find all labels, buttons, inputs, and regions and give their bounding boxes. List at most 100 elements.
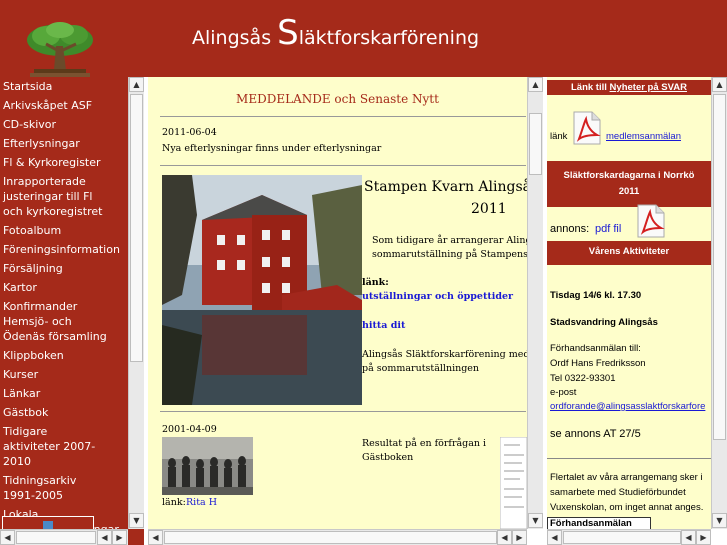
entry2-link-utstallningar[interactable]: utställningar och öppettider: [362, 291, 513, 302]
scroll-left-icon[interactable]: ◀: [148, 530, 163, 545]
news-hscroll-thumb[interactable]: [164, 531, 497, 544]
scroll-left-icon[interactable]: ◀: [681, 530, 696, 545]
news-content: MEDDELANDE och Senaste Nytt 2011-06-04 N…: [148, 77, 527, 529]
slaktforskardagarna-bar: Släktforskardagarna i Norrkö 2011: [547, 161, 711, 207]
nav-item-kurser[interactable]: Kurser: [0, 365, 128, 384]
contact-email-label: e-post: [550, 387, 577, 398]
contact-email-link[interactable]: ordforande@alingsasslaktforskarfore: [550, 401, 705, 412]
left-horizontal-scrollbar[interactable]: ◀ ◀ ▶: [0, 529, 128, 545]
prereg-box: Förhandsanmälan: [547, 517, 651, 529]
prereg-label: Förhandsanmälan till:: [550, 343, 641, 354]
footer-line2: samarbete med Studieförbundet: [550, 487, 686, 498]
scroll-right-icon[interactable]: ▶: [696, 530, 711, 545]
news-horizontal-scrollbar[interactable]: ◀ ◀ ▶: [148, 529, 527, 545]
nav-item-konfirmander[interactable]: Konfirmander Hemsjö- och Ödenäs församli…: [0, 297, 116, 346]
scroll-left-icon[interactable]: ◀: [97, 530, 112, 545]
document-thumbnail: [500, 437, 527, 529]
nav-menu: Startsida Arkivskåpet ASF CD-skivor Efte…: [0, 77, 128, 529]
nav-item-fl-kyrkoregister[interactable]: Fl & Kyrkoregister: [0, 153, 128, 172]
pdf-icon[interactable]: [634, 204, 666, 238]
site-title: Alingsås Släktforskarförening: [192, 13, 479, 53]
entry1-date: 2011-06-04: [162, 127, 217, 138]
event-date: Tisdag 14/6 kl. 17.30: [550, 290, 642, 301]
entry2-link-label: länk:: [362, 277, 389, 288]
scroll-up-icon[interactable]: ▲: [129, 77, 144, 92]
entry3-link-rita[interactable]: Rita H: [186, 497, 217, 508]
entry2-title: Stampen Kvarn Alingsås: [364, 179, 527, 195]
nav-item-cd-skivor[interactable]: CD-skivor: [0, 115, 128, 134]
nav-item-klippboken[interactable]: Klippboken: [0, 346, 128, 365]
see-ad-text: se annons AT 27/5: [550, 428, 641, 440]
scroll-right-icon[interactable]: ▶: [512, 530, 527, 545]
news-vertical-scrollbar[interactable]: ▲ ▼: [527, 77, 543, 529]
stampen-kvarn-photo: [162, 175, 362, 405]
news-scroll-thumb[interactable]: [529, 113, 542, 175]
tree-logo-icon: [27, 22, 93, 77]
banner-mini-icon: [43, 521, 53, 529]
entry2-text2: sommarutställning på Stampens K: [372, 249, 527, 260]
nav-item-forsaljning[interactable]: Försäljning: [0, 259, 128, 278]
scroll-up-icon[interactable]: ▲: [712, 77, 727, 92]
event-title: Stadsvandring Alingsås: [550, 317, 658, 328]
scroll-left-icon[interactable]: ◀: [497, 530, 512, 545]
nav-item-kartor[interactable]: Kartor: [0, 278, 128, 297]
entry3-date: 2001-04-09: [162, 424, 217, 435]
nav-item-gastbok[interactable]: Gästbok: [0, 403, 128, 422]
scroll-left-icon[interactable]: ◀: [0, 530, 15, 545]
right-hscroll-thumb[interactable]: [563, 531, 681, 544]
right-sidebar-content: Länk till Nyheter på SVAR länk medlemsan…: [547, 77, 711, 529]
entry3-link-label: länk:: [162, 497, 186, 508]
scroll-down-icon[interactable]: ▼: [528, 513, 543, 528]
scroll-down-icon[interactable]: ▼: [129, 513, 144, 528]
site-title-big-letter: S: [277, 13, 299, 53]
site-title-part1: Alingsås: [192, 27, 272, 49]
news-frame: MEDDELANDE och Senaste Nytt 2011-06-04 N…: [148, 77, 543, 545]
scroll-down-icon[interactable]: ▼: [712, 513, 727, 528]
slaktforskardagarna-line1: Släktforskardagarna i Norrkö: [563, 170, 695, 181]
nav-item-foreningsinformation[interactable]: Föreningsinformation: [0, 240, 128, 259]
right-horizontal-scrollbar[interactable]: ◀ ◀ ▶: [547, 529, 711, 545]
entry2-text4: på sommarutställningen: [362, 363, 480, 374]
entry2-link-hitta-dit[interactable]: hitta dit: [362, 320, 405, 331]
nav-item-tidigare-aktiviteter[interactable]: Tidigare aktiviteter 2007-2010: [0, 422, 110, 471]
right-vertical-scrollbar[interactable]: ▲ ▼: [711, 77, 727, 529]
nav-item-inrapporterade[interactable]: Inrapporterade justeringar till Fl och k…: [0, 172, 116, 221]
divider: [160, 116, 526, 117]
right-scroll-thumb[interactable]: [713, 94, 726, 440]
svar-news-link[interactable]: Nyheter på SVAR: [610, 82, 687, 93]
varens-aktiviteter-bar: Vårens Aktiviteter: [547, 241, 711, 265]
entry3-text2: Gästboken: [362, 452, 414, 463]
svar-news-bar: Länk till Nyheter på SVAR: [547, 80, 711, 95]
entry2-text1: Som tidigare år arrangerar Alingsås l: [372, 235, 527, 246]
footer-line1: Flertalet av våra arrangemang sker i: [550, 472, 703, 483]
divider: [547, 458, 711, 459]
entry2-year: 2011: [471, 201, 507, 217]
annons-pdf-link[interactable]: pdf fil: [595, 223, 621, 235]
scroll-up-icon[interactable]: ▲: [528, 77, 543, 92]
svar-bar-prefix: Länk till: [571, 82, 610, 93]
member-link-label: länk: [550, 131, 568, 142]
nav-item-startsida[interactable]: Startsida: [0, 77, 128, 96]
left-scroll-thumb[interactable]: [130, 94, 143, 362]
contact-tel: Tel 0322-93301: [550, 373, 616, 384]
nav-item-arkivskapet[interactable]: Arkivskåpet ASF: [0, 96, 128, 115]
pdf-icon[interactable]: [570, 111, 602, 145]
right-sidebar-frame: Länk till Nyheter på SVAR länk medlemsan…: [547, 77, 727, 545]
scroll-right-icon[interactable]: ▶: [112, 530, 127, 545]
left-nav-frame: Startsida Arkivskåpet ASF CD-skivor Efte…: [0, 77, 144, 545]
nav-item-tidningsarkiv[interactable]: Tidningsarkiv 1991-2005: [0, 471, 110, 505]
scroll-left-icon[interactable]: ◀: [547, 530, 562, 545]
contact-name: Ordf Hans Fredriksson: [550, 358, 646, 369]
slaktforskardagarna-line2: 2011: [618, 186, 640, 197]
group-photo: [162, 437, 253, 495]
left-vertical-scrollbar[interactable]: ▲ ▼: [128, 77, 144, 529]
entry3-text1: Resultat på en förfrågan i: [362, 438, 487, 449]
nav-item-fotoalbum[interactable]: Fotoalbum: [0, 221, 128, 240]
nav-item-lankar[interactable]: Länkar: [0, 384, 128, 403]
entry2-text3: Alingsås Släktforskarförening medverk: [362, 349, 527, 360]
nav-item-efterlysningar[interactable]: Efterlysningar: [0, 134, 128, 153]
divider: [160, 165, 526, 166]
member-registration-link[interactable]: medlemsanmälan: [606, 131, 681, 142]
left-hscroll-thumb[interactable]: [16, 531, 96, 544]
divider: [160, 411, 526, 412]
